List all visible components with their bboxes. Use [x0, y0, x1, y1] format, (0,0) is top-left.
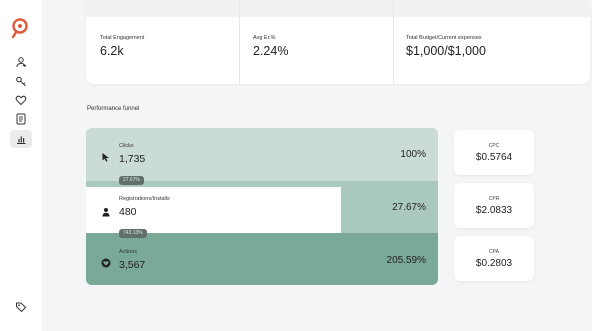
section-title: Performance funnel [87, 106, 140, 112]
stage-value-actions: 3,567 [119, 259, 146, 271]
stage-name-actions: Actions [119, 249, 138, 255]
stage-name-registrations: Registrations/Installs [119, 196, 170, 202]
conversion-badge: 743.13% [119, 229, 147, 238]
search-logo-icon[interactable] [10, 17, 32, 39]
stat-value-er: 2.24% [253, 44, 289, 58]
metric-value: $0.2803 [475, 258, 513, 269]
sidebar-item-favorites[interactable] [12, 91, 30, 109]
stat-label-er: Avg Er.% [253, 35, 276, 41]
stats-card: Total Engagement 6.2k Avg Er.% 2.24% Tot… [86, 0, 590, 84]
conversion-badge: 27.67% [119, 176, 144, 185]
divider [393, 0, 394, 84]
metric-card-cpa: CPA $0.2803 [454, 236, 534, 281]
sidebar-item-documents[interactable] [12, 110, 30, 128]
stage-percent-clicks: 100% [400, 149, 426, 160]
metric-label: CPA [489, 249, 499, 255]
main-content: Total Engagement 6.2k Avg Er.% 2.24% Tot… [42, 0, 592, 331]
stage-name-clicks: Clicks [119, 143, 134, 149]
stage-value-clicks: 1,735 [119, 153, 146, 165]
metric-value: $0.5764 [475, 152, 513, 163]
stat-label-engagement: Total Engagement [100, 35, 145, 41]
metric-card-cpc: CPC $0.5764 [454, 130, 534, 175]
sidebar-item-tags[interactable] [12, 298, 30, 316]
stage-percent-registrations: 27.67% [392, 202, 426, 213]
divider [239, 0, 240, 84]
metric-label: CPC [488, 143, 500, 149]
stat-value-budget: $1,000/$1,000 [406, 44, 486, 58]
tag-icon [16, 302, 27, 313]
stage-value-registrations: 480 [119, 206, 137, 218]
sidebar [0, 0, 42, 331]
sidebar-item-analytics[interactable] [10, 130, 32, 148]
metric-card-cpr: CPR $2.0833 [454, 183, 534, 228]
sidebar-item-key[interactable] [12, 72, 30, 90]
performance-funnel: Clicks 1,735 100% 27.67% Registrations/I… [86, 128, 438, 285]
bar-chart-icon [17, 136, 26, 144]
document-icon [16, 113, 26, 125]
stat-label-budget: Total Budget/Current expenses [406, 35, 482, 41]
key-icon [16, 76, 26, 87]
stats-card-header [86, 0, 590, 17]
stage-percent-actions: 205.59% [386, 255, 426, 266]
heart-icon [101, 255, 111, 268]
sidebar-item-user[interactable] [12, 53, 30, 71]
person-icon [101, 204, 111, 217]
cursor-icon [101, 149, 111, 162]
heart-icon [15, 95, 27, 106]
metric-label: CPR [488, 196, 500, 202]
stat-value-engagement: 6.2k [100, 44, 124, 58]
metric-value: $2.0833 [475, 205, 513, 216]
user-icon [16, 57, 26, 68]
